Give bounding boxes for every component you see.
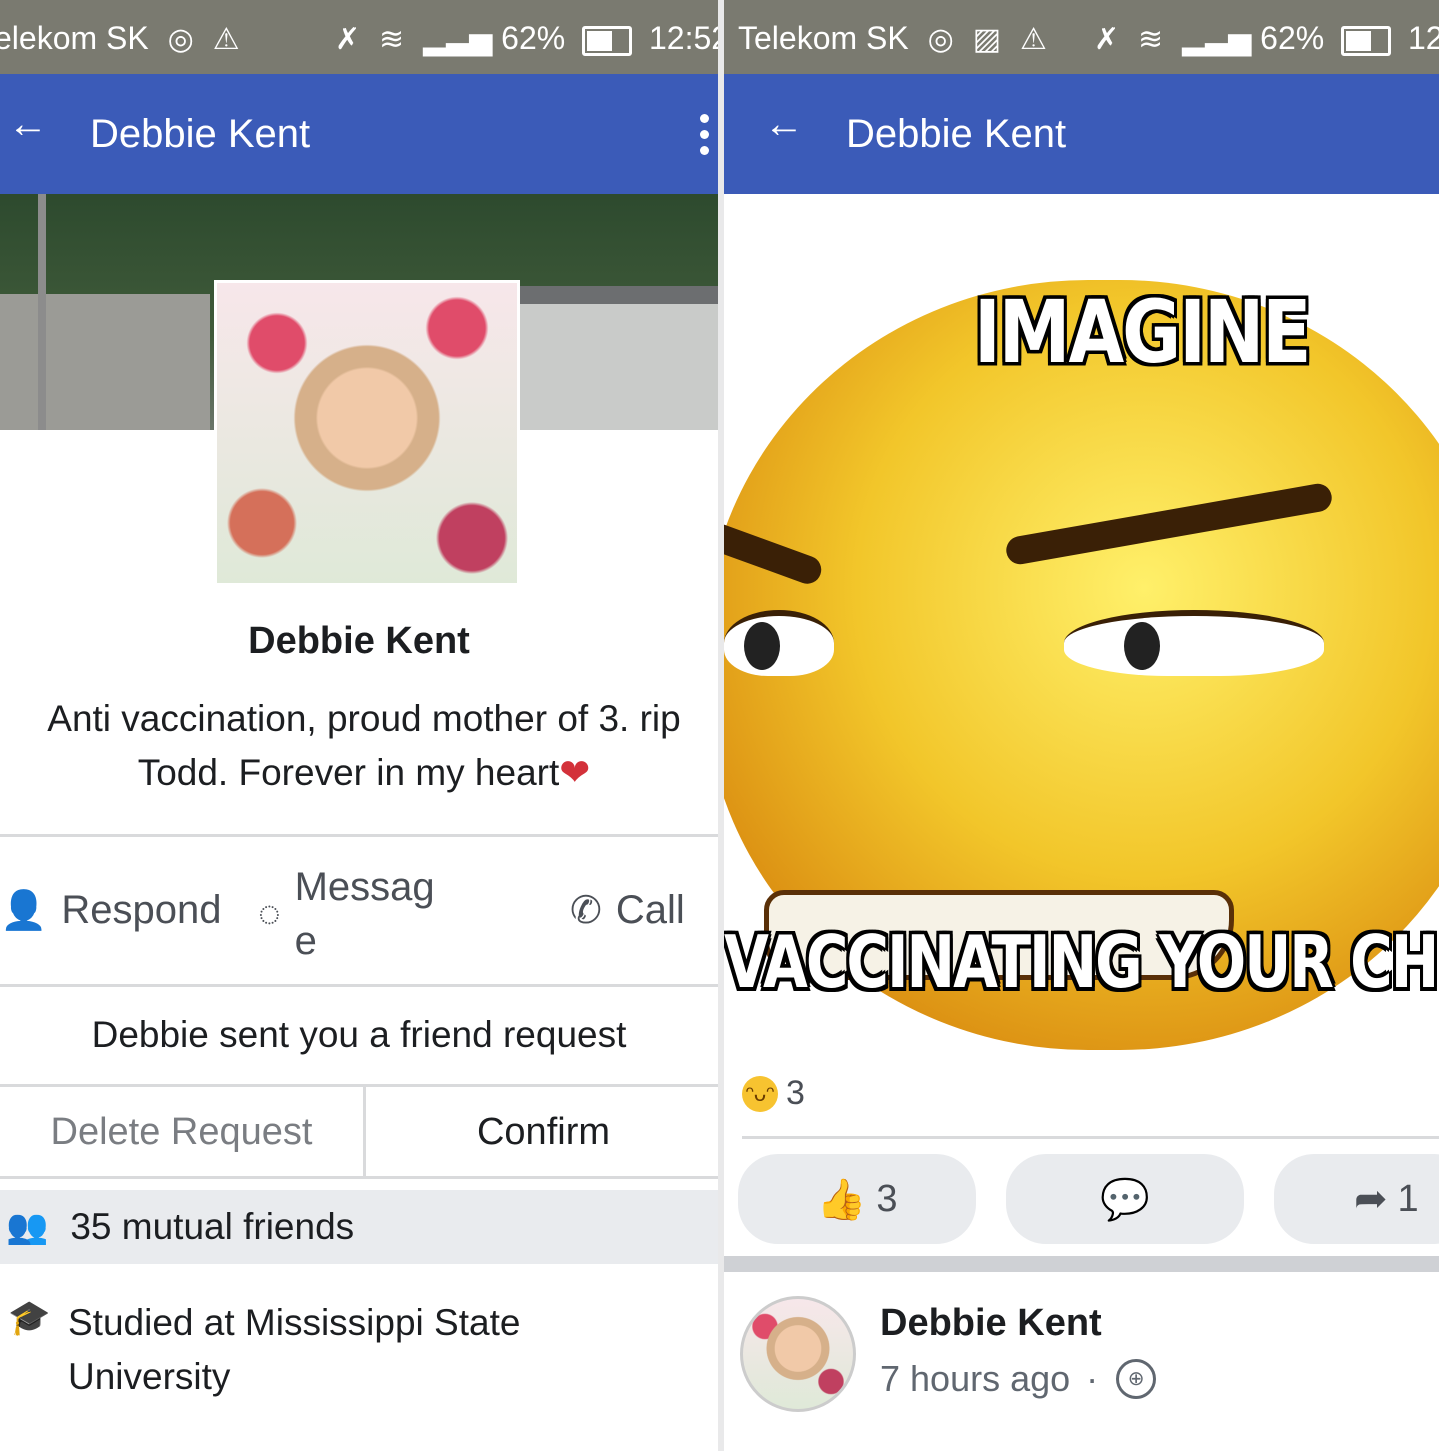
battery-percent: 62% xyxy=(501,20,566,56)
mute-icon: ✗ xyxy=(335,23,361,56)
mutual-friends-row[interactable]: 👥 35 mutual friends xyxy=(0,1190,718,1264)
post-author[interactable]: Debbie Kent xyxy=(880,1302,1102,1345)
comment-icon: 💬 xyxy=(1100,1177,1150,1222)
respond-label: Respond xyxy=(61,888,222,932)
education-label: Studied at Mississippi State University xyxy=(68,1302,521,1397)
status-bar: elekom SK ◎ ⚠ ✗ ≋ ▂▃▅ 62% 12:52 xyxy=(0,0,718,74)
friend-request-text: Debbie sent you a friend request xyxy=(91,1014,627,1055)
like-button[interactable]: 👍 3 xyxy=(738,1154,976,1244)
app-bar: ← Debbie Kent xyxy=(724,74,1439,194)
globe-icon: ⊕ xyxy=(1116,1359,1157,1399)
profile-bio: Anti vaccination, proud mother of 3. rip… xyxy=(10,692,718,800)
divider xyxy=(0,834,718,837)
mutual-friends-icon: 👥 xyxy=(6,1208,49,1246)
battery-percent: 62% xyxy=(1260,20,1325,56)
status-bar: Telekom SK ◎ ▨ ⚠ ✗ ≋ ▂▃▅ 62% 12:5 xyxy=(724,0,1439,74)
image-icon: ▨ xyxy=(972,23,1002,56)
signal-icon: ▂▃▅ xyxy=(423,23,493,56)
profile-name: Debbie Kent xyxy=(248,620,470,662)
page-title: Debbie Kent xyxy=(90,112,311,156)
respond-icon: 👤 xyxy=(0,889,48,932)
call-label: Call xyxy=(615,888,685,932)
post-separator xyxy=(724,1256,1439,1272)
warning-icon: ⚠ xyxy=(1019,23,1047,56)
education-icon: 🎓 xyxy=(8,1299,51,1337)
location-icon: ◎ xyxy=(927,23,954,56)
message-label: Message xyxy=(294,865,435,963)
warning-icon: ⚠ xyxy=(212,23,240,56)
wifi-icon: ≋ xyxy=(379,23,405,56)
profile-picture[interactable] xyxy=(214,280,520,586)
wifi-icon: ≋ xyxy=(1138,23,1164,56)
confirm-button[interactable]: Confirm xyxy=(369,1086,718,1178)
share-button[interactable]: ➦ 1 xyxy=(1274,1154,1439,1244)
location-icon: ◎ xyxy=(167,23,194,56)
carrier-label: Telekom SK xyxy=(738,20,909,56)
mute-icon: ✗ xyxy=(1094,23,1120,56)
back-arrow-icon[interactable]: ← xyxy=(8,102,48,147)
post-time[interactable]: 7 hours ago xyxy=(880,1358,1070,1400)
post-meta: 7 hours ago · ⊕ xyxy=(880,1358,1157,1400)
divider xyxy=(0,984,718,987)
meta-dot: · xyxy=(1086,1358,1099,1399)
page-title: Debbie Kent xyxy=(846,112,1067,156)
clock: 12:5 xyxy=(1408,20,1439,56)
signal-icon: ▂▃▅ xyxy=(1182,23,1252,56)
divider xyxy=(0,1176,718,1179)
message-button[interactable]: ◌ Message xyxy=(258,860,445,968)
post-image[interactable]: IMAGINE VACCINATING YOUR CHILDR xyxy=(724,210,1439,1060)
kebab-menu-icon[interactable] xyxy=(700,114,710,162)
share-icon: ➦ xyxy=(1354,1177,1388,1221)
share-count: 1 xyxy=(1397,1177,1419,1220)
reaction-summary[interactable]: ᵔᴗᵔ 3 xyxy=(742,1074,805,1113)
author-avatar[interactable] xyxy=(740,1296,856,1412)
divider xyxy=(742,1136,1439,1139)
call-button[interactable]: ✆ Call xyxy=(570,888,685,933)
post-screen: Telekom SK ◎ ▨ ⚠ ✗ ≋ ▂▃▅ 62% 12:5 ← Debb… xyxy=(724,0,1439,1451)
profile-screen: elekom SK ◎ ⚠ ✗ ≋ ▂▃▅ 62% 12:52 ← Debbie… xyxy=(0,0,718,1451)
meme-top-caption: IMAGINE xyxy=(974,281,1311,383)
reaction-count: 3 xyxy=(786,1074,805,1112)
heart-icon: ❤ xyxy=(559,752,591,793)
carrier-label: elekom SK xyxy=(0,20,149,56)
mutual-friends-label: 35 mutual friends xyxy=(70,1206,355,1247)
laugh-reaction-icon: ᵔᴗᵔ xyxy=(742,1075,778,1112)
messenger-icon: ◌ xyxy=(258,892,281,935)
back-arrow-icon[interactable]: ← xyxy=(764,102,804,147)
respond-button[interactable]: 👤 Respond xyxy=(0,888,221,933)
delete-request-button[interactable]: Delete Request xyxy=(0,1086,366,1178)
meme-bottom-caption: VACCINATING YOUR CHILDR xyxy=(724,919,1439,1005)
like-icon: 👍 xyxy=(816,1177,867,1222)
comment-button[interactable]: 💬 xyxy=(1006,1154,1244,1244)
phone-icon: ✆ xyxy=(570,890,602,932)
clock: 12:52 xyxy=(649,20,718,56)
like-count: 3 xyxy=(876,1177,898,1220)
battery-icon xyxy=(582,25,633,56)
battery-icon xyxy=(1341,25,1392,56)
app-bar: ← Debbie Kent xyxy=(0,74,718,194)
